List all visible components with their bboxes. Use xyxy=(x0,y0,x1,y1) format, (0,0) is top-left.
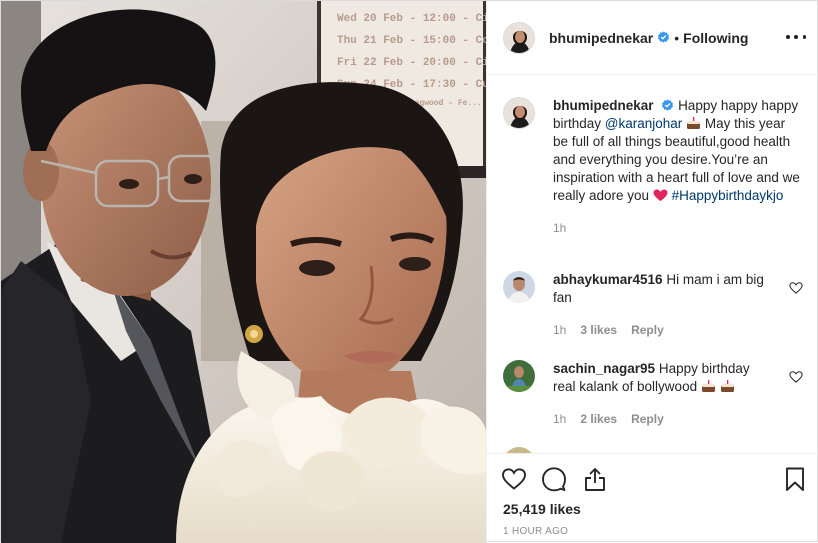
avatar-image xyxy=(504,98,534,128)
caption-text: bhumipednekar Happy happy happy birthday… xyxy=(553,97,803,237)
avatar-image xyxy=(503,271,535,303)
heart-icon[interactable] xyxy=(789,370,803,384)
likes-count[interactable]: 25,419 likes xyxy=(503,501,581,517)
comment-text: abhaykumar4516 Hi mam i am big fan xyxy=(553,271,773,307)
more-options-icon[interactable] xyxy=(786,28,806,46)
share-icon[interactable] xyxy=(582,466,608,492)
comment-time[interactable]: 1h xyxy=(553,412,566,426)
caption-time[interactable]: 1h xyxy=(553,219,803,237)
sign-line-3: Fri 22 Feb - 20:00 - Cinestar xyxy=(337,57,486,69)
post-actions: 25,419 likes 1 HOUR AGO xyxy=(487,453,818,543)
header-separator: • xyxy=(674,29,680,46)
comment-time[interactable]: 1h xyxy=(553,323,566,337)
post-photo[interactable]: Wed 20 Feb - 12:00 - Cinestar Thu 21 Feb… xyxy=(1,1,486,543)
heart-icon[interactable] xyxy=(789,281,803,295)
comment-username[interactable]: abhaykumar4516 xyxy=(553,272,663,287)
bookmark-icon[interactable] xyxy=(782,466,808,492)
heart-icon[interactable] xyxy=(501,466,527,492)
mention-link[interactable]: @karanjohar xyxy=(605,116,683,131)
selfie-illustration: Wed 20 Feb - 12:00 - Cinestar Thu 21 Feb… xyxy=(1,1,486,543)
sign-line-1: Wed 20 Feb - 12:00 - Cinestar xyxy=(337,13,486,25)
post-window: Wed 20 Feb - 12:00 - Cinestar Thu 21 Feb… xyxy=(0,0,818,543)
reply-button[interactable]: Reply xyxy=(631,323,664,337)
avatar[interactable] xyxy=(503,21,535,54)
comment-likes[interactable]: 2 likes xyxy=(580,412,617,426)
post-side-panel: bhumipednekar • Following bhumipednekar … xyxy=(486,1,818,543)
post-header: bhumipednekar • Following xyxy=(487,1,818,75)
cake-emoji-icon xyxy=(687,117,701,129)
following-button[interactable]: Following xyxy=(683,30,748,46)
red-heart-emoji-icon xyxy=(653,189,668,202)
cake-emoji-icon xyxy=(701,380,715,392)
post-timestamp[interactable]: 1 HOUR AGO xyxy=(503,526,568,537)
verified-badge-icon xyxy=(662,99,674,111)
hashtag-link[interactable]: #Happybirthdaykjo xyxy=(672,188,784,203)
header-username[interactable]: bhumipednekar xyxy=(549,30,653,46)
caption-avatar[interactable] xyxy=(503,97,535,129)
comment-username[interactable]: sachin_nagar95 xyxy=(553,361,655,376)
comments-list[interactable]: bhumipednekar Happy happy happy birthday… xyxy=(487,75,818,453)
verified-badge-icon xyxy=(658,31,670,43)
comment-icon[interactable] xyxy=(541,466,567,492)
sign-line-2: Thu 21 Feb - 15:00 - Colosseum xyxy=(337,35,486,47)
comment-text: sachin_nagar95 Happy birthday real kalan… xyxy=(553,360,773,396)
cake-emoji-icon xyxy=(720,380,734,392)
comment-meta: 1h 2 likes Reply xyxy=(553,412,678,426)
avatar-image xyxy=(504,22,534,53)
avatar[interactable] xyxy=(503,271,535,303)
comment-meta: 1h 3 likes Reply xyxy=(553,323,678,337)
comment-likes[interactable]: 3 likes xyxy=(580,323,617,337)
reply-button[interactable]: Reply xyxy=(631,412,664,426)
avatar[interactable] xyxy=(503,360,535,392)
avatar-image xyxy=(503,360,535,392)
caption-username[interactable]: bhumipednekar xyxy=(553,98,654,113)
